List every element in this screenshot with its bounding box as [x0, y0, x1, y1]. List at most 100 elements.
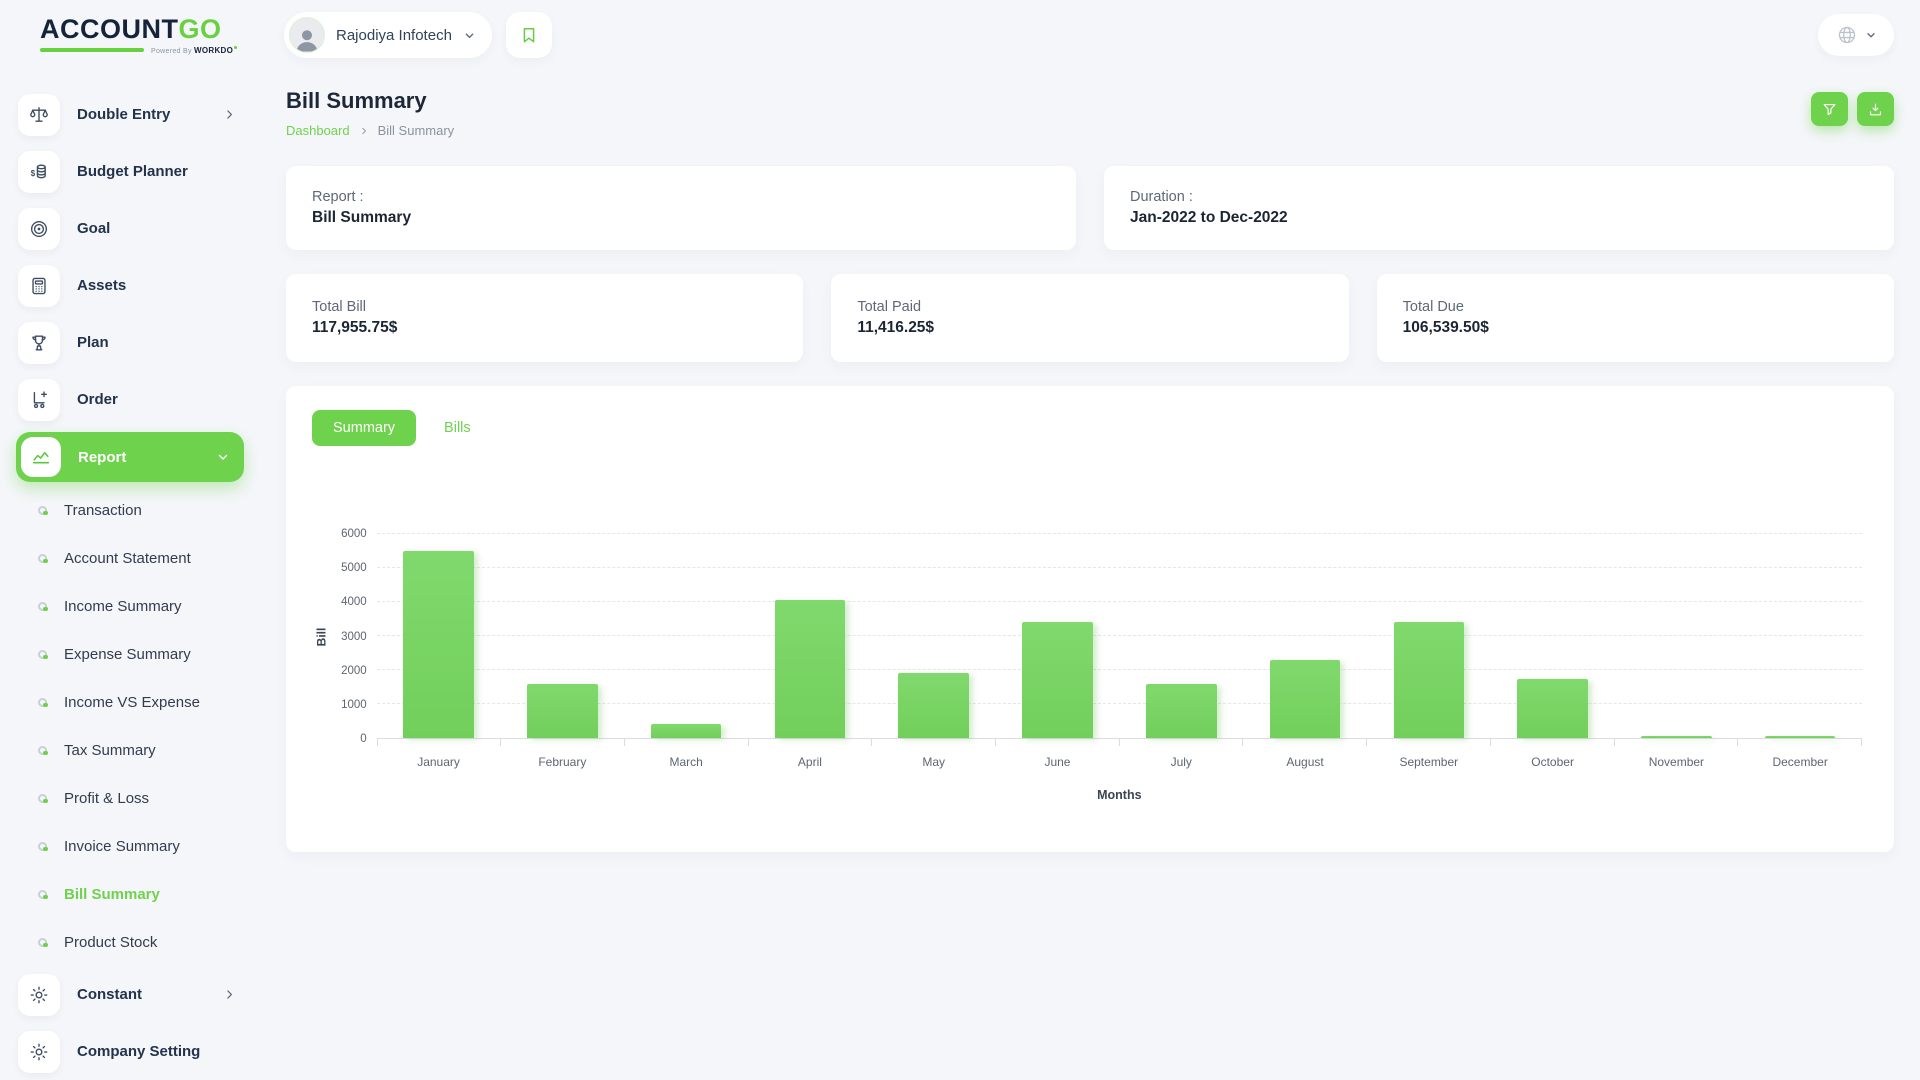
y-axis-tick-label: 0 — [360, 733, 366, 745]
chart-bar-october[interactable] — [1517, 679, 1588, 739]
app-root: ACCOUNTGO Powered By WORKDO Rajodiya Inf… — [0, 0, 1920, 1080]
report-submenu: Transaction Account Statement Income Summa… — [16, 486, 246, 966]
sidebar-subitem-profit-loss[interactable]: Profit & Loss — [16, 774, 246, 822]
chart-bar-column — [872, 534, 996, 738]
axis-tick — [625, 739, 749, 746]
bullet-icon — [38, 938, 47, 947]
chart-bar-september[interactable] — [1394, 622, 1465, 738]
sidebar-subitem-expense-summary[interactable]: Expense Summary — [16, 630, 246, 678]
sidebar-subitem-product-stock[interactable]: Product Stock — [16, 918, 246, 966]
chart-bar-column — [377, 534, 501, 738]
sidebar-item-label: Plan — [77, 334, 109, 351]
y-axis-tick-label: 6000 — [341, 528, 367, 540]
info-cards-row: Report : Bill Summary Duration : Jan-202… — [286, 166, 1894, 250]
sidebar-item-order[interactable]: Order — [16, 371, 246, 428]
chart-bar-november[interactable] — [1641, 736, 1712, 738]
download-button[interactable] — [1857, 92, 1894, 126]
chart-bar-may[interactable] — [898, 673, 969, 738]
bullet-icon — [38, 890, 47, 899]
tab-bills[interactable]: Bills — [444, 420, 471, 436]
chart-bar-june[interactable] — [1022, 622, 1093, 738]
sidebar-item-report[interactable]: Report — [16, 432, 244, 482]
language-selector[interactable] — [1818, 14, 1894, 56]
chevron-down-icon — [1865, 29, 1877, 41]
stat-label: Total Bill — [312, 299, 777, 315]
x-axis-tick-label: March — [624, 755, 748, 769]
avatar — [289, 17, 325, 53]
chart-bar-column — [1243, 534, 1367, 738]
sidebar-item-double-entry[interactable]: Double Entry — [16, 86, 246, 143]
chart-bar-march[interactable] — [651, 724, 722, 738]
bookmark-button[interactable] — [506, 12, 552, 58]
chart-bar-column — [1119, 534, 1243, 738]
axis-tick — [1367, 739, 1491, 746]
stat-value: 117,955.75$ — [312, 319, 777, 337]
total-bill-card: Total Bill 117,955.75$ — [286, 274, 803, 362]
axis-tick — [1738, 739, 1862, 746]
sidebar-item-plan[interactable]: Plan — [16, 314, 246, 371]
breadcrumb-dashboard-link[interactable]: Dashboard — [286, 123, 350, 138]
sidebar-subitem-label: Income VS Expense — [64, 694, 200, 711]
sidebar-item-company-setting[interactable]: Company Setting — [16, 1023, 246, 1080]
x-axis-labels: JanuaryFebruaryMarchAprilMayJuneJulyAugu… — [377, 755, 1862, 769]
sidebar-subitem-invoice-summary[interactable]: Invoice Summary — [16, 822, 246, 870]
chart-bar-column — [1367, 534, 1491, 738]
main-content: Bill Summary Dashboard Bill Summary — [256, 70, 1920, 1080]
sidebar-subitem-tax-summary[interactable]: Tax Summary — [16, 726, 246, 774]
sidebar-subitem-label: Transaction — [64, 502, 142, 519]
report-label: Report : — [312, 189, 1050, 205]
sidebar-subitem-transaction[interactable]: Transaction — [16, 486, 246, 534]
brand-name: ACCOUNTGO — [40, 16, 262, 43]
x-axis-tick-label: June — [996, 755, 1120, 769]
axis-tick — [1243, 739, 1367, 746]
sidebar: Double Entry $ Budget Planner — [0, 70, 256, 1080]
brand-tagline: Powered By WORKDO — [40, 46, 262, 55]
sidebar-item-budget-planner[interactable]: $ Budget Planner — [16, 143, 246, 200]
x-axis-tick-label: October — [1491, 755, 1615, 769]
y-axis-labels: 0100020003000400050006000 — [331, 534, 377, 739]
x-axis-title: Months — [377, 788, 1862, 802]
chevron-down-icon — [216, 450, 230, 464]
sidebar-item-assets[interactable]: Assets — [16, 257, 246, 314]
brand-logo[interactable]: ACCOUNTGO Powered By WORKDO — [40, 16, 262, 55]
sidebar-item-constant[interactable]: Constant — [16, 966, 246, 1023]
page-head-left: Bill Summary Dashboard Bill Summary — [286, 88, 454, 138]
gear-icon — [18, 974, 60, 1016]
y-axis-tick-label: 4000 — [341, 596, 367, 608]
chart-bar-august[interactable] — [1270, 660, 1341, 738]
chevron-right-icon — [359, 126, 369, 136]
chart-bar-column — [1614, 534, 1738, 738]
chevron-right-icon — [223, 108, 236, 121]
globe-icon — [1836, 24, 1858, 46]
report-info-card: Report : Bill Summary — [286, 166, 1076, 250]
sidebar-item-goal[interactable]: Goal — [16, 200, 246, 257]
sidebar-subitem-bill-summary[interactable]: Bill Summary — [16, 870, 246, 918]
chart-bar-february[interactable] — [527, 684, 598, 738]
chart-line-icon — [21, 437, 61, 477]
chevron-right-icon — [223, 988, 236, 1001]
brand-name-secondary: GO — [179, 14, 222, 44]
bullet-icon — [38, 746, 47, 755]
chevron-down-icon — [463, 29, 476, 42]
breadcrumb-current: Bill Summary — [378, 123, 455, 138]
filter-button[interactable] — [1811, 92, 1848, 126]
sidebar-item-label: Report — [78, 449, 126, 466]
sidebar-subitem-label: Account Statement — [64, 550, 191, 567]
total-due-card: Total Due 106,539.50$ — [1377, 274, 1894, 362]
sidebar-item-label: Order — [77, 391, 118, 408]
svg-text:$: $ — [31, 169, 36, 178]
sidebar-subitem-income-vs-expense[interactable]: Income VS Expense — [16, 678, 246, 726]
chart-bar-january[interactable] — [403, 551, 474, 738]
page-title: Bill Summary — [286, 88, 454, 114]
company-selector[interactable]: Rajodiya Infotech — [284, 12, 492, 58]
sidebar-subitem-income-summary[interactable]: Income Summary — [16, 582, 246, 630]
sidebar-subitem-account-statement[interactable]: Account Statement — [16, 534, 246, 582]
chart-tabs: Summary Bills — [312, 410, 1868, 446]
chart-bar-july[interactable] — [1146, 684, 1217, 738]
powered-by-text: Powered By WORKDO — [151, 46, 237, 55]
chart-bar-april[interactable] — [775, 600, 846, 738]
x-axis-tick-label: November — [1614, 755, 1738, 769]
tab-summary[interactable]: Summary — [312, 410, 416, 446]
chart-plot-area — [377, 534, 1862, 739]
chart-bar-december[interactable] — [1765, 736, 1836, 738]
